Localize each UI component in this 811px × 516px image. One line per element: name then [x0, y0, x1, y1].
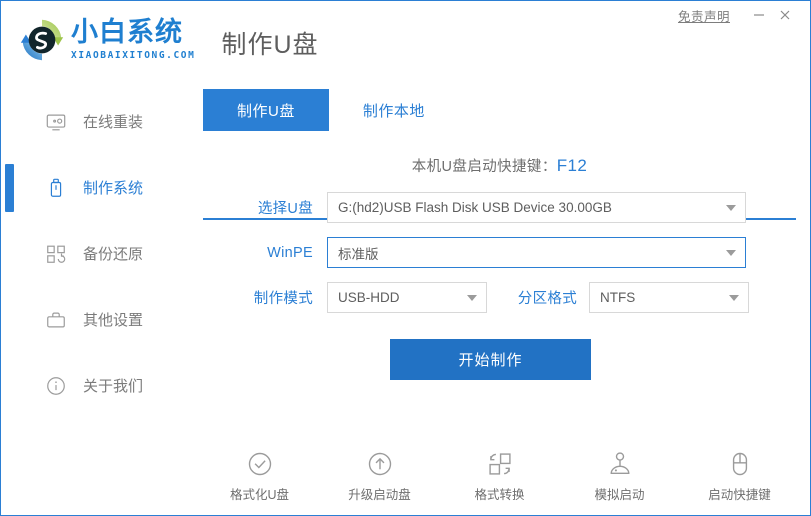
tool-label: 升级启动盘	[348, 484, 411, 503]
sidebar-item-about-us[interactable]: 关于我们	[1, 353, 189, 419]
sidebar-item-backup-restore[interactable]: 备份还原	[1, 221, 189, 287]
page-title: 制作U盘	[221, 25, 318, 63]
chevron-down-icon	[729, 295, 739, 301]
sidebar-item-label: 关于我们	[83, 379, 143, 394]
mode-select[interactable]: USB-HDD	[327, 282, 487, 313]
app-logo-icon	[19, 17, 65, 63]
chevron-down-icon	[726, 205, 736, 211]
close-icon	[778, 8, 792, 22]
start-make-button[interactable]: 开始制作	[390, 339, 591, 380]
boot-hotkey-value: F12	[557, 156, 588, 175]
minimize-button[interactable]	[746, 5, 772, 25]
info-icon	[45, 375, 67, 397]
sidebar-item-make-system[interactable]: 制作系统	[1, 155, 189, 221]
winpe-select-label: WinPE	[235, 245, 313, 261]
sidebar-item-other-settings[interactable]: 其他设置	[1, 287, 189, 353]
tool-format-convert[interactable]: 格式转换	[457, 450, 543, 503]
tool-label: 格式化U盘	[230, 484, 289, 503]
close-button[interactable]	[772, 5, 798, 25]
boot-hotkey-hint: 本机U盘启动快捷键：F12	[189, 155, 810, 176]
tool-upgrade-boot-disk[interactable]: 升级启动盘	[337, 450, 423, 503]
sidebar-item-label: 其他设置	[83, 313, 143, 328]
check-circle-icon	[246, 450, 274, 478]
tool-boot-hotkey[interactable]: 启动快捷键	[697, 450, 783, 503]
usb-select-value: G:(hd2)USB Flash Disk USB Device 30.00GB	[338, 200, 612, 215]
partition-select-value: NTFS	[600, 290, 635, 305]
arrow-up-circle-icon	[366, 450, 394, 478]
sidebar-active-indicator	[5, 164, 14, 212]
form-row-mode-partition: 制作模式 USB-HDD 分区格式 NTFS	[235, 282, 746, 313]
tool-bar: 格式化U盘 升级启动盘	[189, 450, 810, 503]
disclaimer-link[interactable]: 免责声明	[678, 6, 730, 25]
winpe-select[interactable]: 标准版	[327, 237, 746, 268]
backup-restore-icon	[45, 243, 67, 265]
tool-simulate-boot[interactable]: 模拟启动	[577, 450, 663, 503]
app-header: 小白系统 XIAOBAIXITONG.COM 制作U盘	[19, 17, 319, 63]
brand-name-en: XIAOBAIXITONG.COM	[71, 50, 195, 61]
tool-format-usb[interactable]: 格式化U盘	[217, 450, 303, 503]
partition-select[interactable]: NTFS	[589, 282, 749, 313]
winpe-select-value: 标准版	[338, 243, 379, 263]
tab-make-local[interactable]: 制作本地	[329, 89, 459, 131]
brand-text: 小白系统 XIAOBAIXITONG.COM	[71, 19, 195, 60]
joystick-icon	[606, 450, 634, 478]
usb-select-label: 选择U盘	[235, 197, 313, 218]
action-area: 开始制作	[235, 339, 746, 380]
sidebar-item-online-reinstall[interactable]: 在线重装	[1, 89, 189, 155]
minimize-icon	[752, 8, 766, 22]
chevron-down-icon	[467, 295, 477, 301]
tab-make-usb[interactable]: 制作U盘	[203, 89, 329, 131]
brand-name-cn: 小白系统	[71, 19, 195, 47]
sidebar-item-label: 备份还原	[83, 247, 143, 262]
app-window: 免责声明	[0, 0, 811, 516]
mode-select-label: 制作模式	[235, 287, 313, 308]
usb-drive-icon	[45, 177, 67, 199]
monitor-icon	[45, 111, 67, 133]
tool-label: 模拟启动	[594, 484, 644, 503]
partition-select-label: 分区格式	[505, 287, 577, 308]
mode-select-value: USB-HDD	[338, 290, 400, 305]
make-usb-form: 选择U盘 G:(hd2)USB Flash Disk USB Device 30…	[189, 192, 810, 380]
sidebar-item-label: 在线重装	[83, 115, 143, 130]
tab-bar: 制作U盘 制作本地	[203, 89, 796, 131]
tool-label: 启动快捷键	[708, 484, 771, 503]
usb-select[interactable]: G:(hd2)USB Flash Disk USB Device 30.00GB	[327, 192, 746, 223]
chevron-down-icon	[726, 250, 736, 256]
toolbox-icon	[45, 309, 67, 331]
sidebar: 在线重装 制作系统	[1, 89, 189, 515]
mouse-icon	[726, 450, 754, 478]
sidebar-item-label: 制作系统	[83, 181, 143, 196]
boot-hotkey-text: 本机U盘启动快捷键：	[412, 159, 557, 175]
main-content: 制作U盘 制作本地 本机U盘启动快捷键：F12 选择U盘 G:(hd2)USB …	[189, 89, 810, 515]
form-row-winpe: WinPE 标准版	[235, 237, 746, 268]
tool-label: 格式转换	[474, 484, 524, 503]
convert-icon	[486, 450, 514, 478]
